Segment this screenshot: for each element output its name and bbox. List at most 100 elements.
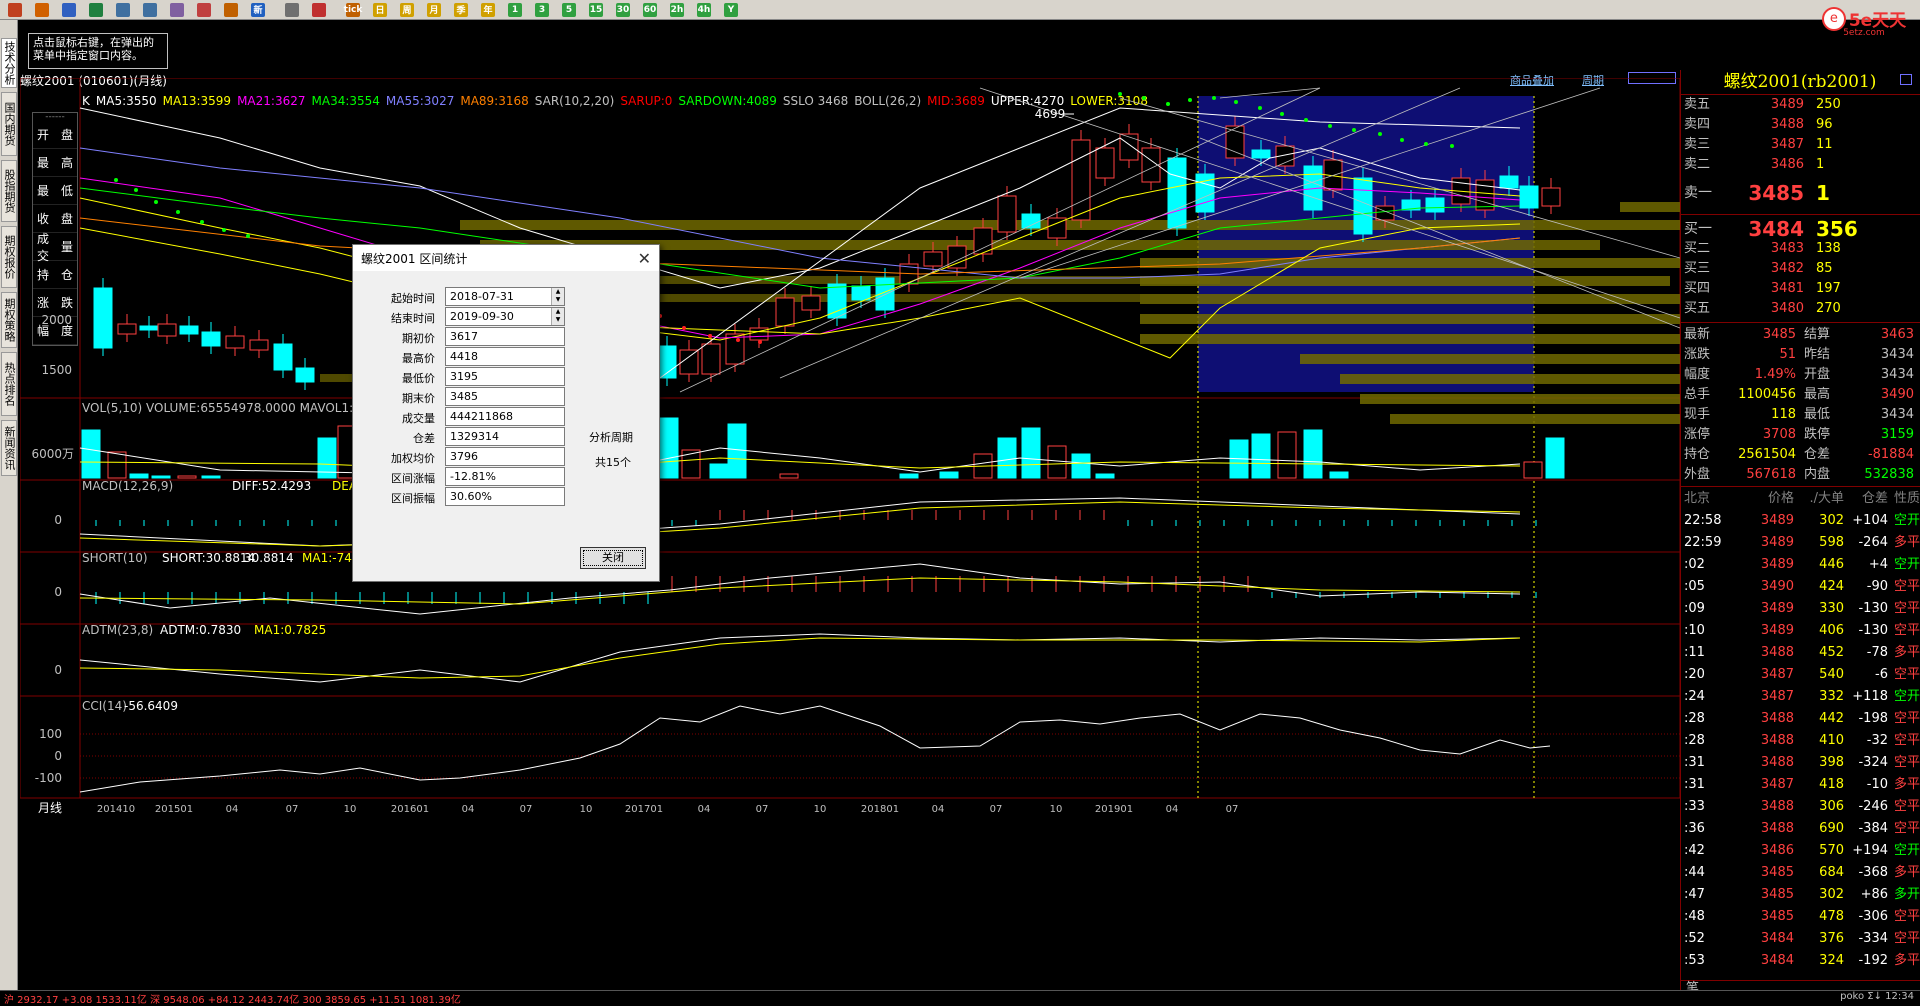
left-tab-3[interactable]: 期权报价 — [1, 226, 17, 288]
week-icon: 周 — [400, 2, 414, 17]
toolbar-15-button[interactable]: 15 — [583, 1, 609, 19]
volume-profile-bar — [1620, 202, 1680, 212]
toolbar-zoomin-button[interactable] — [110, 1, 136, 19]
quote-cell: 11 — [1816, 137, 1833, 152]
status-bar: 沪 2932.17 +3.08 1533.11亿 深 9548.06 +84.1… — [0, 990, 1920, 1006]
date-spinner[interactable]: ▲ ▼ — [551, 308, 564, 325]
quote-cell: 幅度 — [1684, 367, 1711, 382]
toolbar-back-button[interactable] — [2, 1, 28, 19]
quote-cell: -334 — [1858, 931, 1888, 946]
macd-title: MACD(12,26,9) — [82, 479, 173, 493]
quote-cell: 最低 — [1804, 407, 1831, 422]
toolbar-pen-button[interactable] — [191, 1, 217, 19]
quote-cell: :52 — [1684, 931, 1705, 946]
toolbar-2h-button[interactable]: 2h — [664, 1, 690, 19]
left-tab-6[interactable]: 新闻资讯 — [1, 420, 17, 476]
left-tab-2[interactable]: 股指期货 — [1, 160, 17, 222]
quote-cell: 买三 — [1684, 261, 1711, 276]
toolbar-1-button[interactable]: 1 — [502, 1, 528, 19]
quote-window-icon[interactable] — [1900, 74, 1912, 85]
toolbar-new-button[interactable]: 新 — [245, 1, 271, 19]
dialog-titlebar: 螺纹2001 区间统计 ✕ — [353, 245, 659, 271]
spin-up-icon[interactable]: ▲ — [552, 288, 564, 296]
quote-cell: 空平 — [1893, 909, 1920, 924]
date-picker-input[interactable] — [445, 307, 565, 326]
quote-cell: 570 — [1819, 843, 1844, 858]
toolbar-tick-button[interactable]: tick — [340, 1, 366, 19]
toolbar-window-button[interactable] — [164, 1, 190, 19]
dialog-field-row: 期末价 — [353, 387, 661, 407]
stat-value-field[interactable] — [445, 387, 565, 406]
date-picker-input[interactable] — [445, 287, 565, 306]
quote-cell: 356 — [1816, 217, 1858, 241]
left-tab-0[interactable]: 技术分析 — [1, 38, 17, 88]
3-icon: 3 — [535, 2, 549, 17]
stat-value-field[interactable] — [445, 327, 565, 346]
left-tab-1[interactable]: 国内期货 — [1, 92, 17, 156]
sar-dot — [1166, 102, 1170, 106]
toolbar-season-button[interactable]: 季 — [448, 1, 474, 19]
candle-body — [1167, 157, 1187, 229]
left-tab-5[interactable]: 热点排名 — [1, 352, 17, 416]
toolbar-60-button[interactable]: 60 — [637, 1, 663, 19]
new-icon: 新 — [251, 2, 265, 17]
quote-cell: 410 — [1819, 733, 1844, 748]
stat-value-field[interactable] — [445, 467, 565, 486]
quote-cell: 空平 — [1893, 755, 1920, 770]
dialog-field-label: 期末价 — [402, 392, 435, 405]
tick-row: :11 3488 452 -78 多平 — [1684, 644, 1920, 662]
close-icon[interactable]: ✕ — [638, 249, 651, 268]
toolbar-30-button[interactable]: 30 — [610, 1, 636, 19]
quote-cell: -368 — [1858, 865, 1888, 880]
stat-value-field[interactable] — [445, 447, 565, 466]
toolbar-book-button[interactable] — [56, 1, 82, 19]
day-icon: 日 — [373, 2, 387, 17]
toolbar-5-button[interactable]: 5 — [556, 1, 582, 19]
spin-up-icon[interactable]: ▲ — [552, 308, 564, 316]
quote-cell: 结算 — [1804, 327, 1831, 342]
quote-cell: 3485 — [1760, 887, 1794, 902]
quote-cell: 567618 — [1746, 467, 1796, 482]
toolbar-Y-button[interactable]: Y — [718, 1, 744, 19]
toolbar-zoomout-button[interactable] — [137, 1, 163, 19]
date-spinner[interactable]: ▲ ▼ — [551, 288, 564, 305]
quote-cell: :02 — [1684, 557, 1705, 572]
toolbar-day-button[interactable]: 日 — [367, 1, 393, 19]
quote-cell: 卖二 — [1684, 157, 1711, 172]
close-button[interactable]: 关闭 — [580, 547, 646, 569]
quote-cell: -90 — [1866, 579, 1888, 594]
toolbar-3-button[interactable]: 3 — [529, 1, 555, 19]
quote-cell: 空开 — [1893, 513, 1920, 528]
dialog-field-row: 最高价 — [353, 347, 661, 367]
tick-row: :05 3490 424 -90 空平 — [1684, 578, 1920, 596]
toolbar-line-button[interactable] — [306, 1, 332, 19]
bid-row: 买一 3484 356 — [1684, 216, 1916, 242]
kline-chart[interactable]: 2000 1500 4699 VOL(5,10) VOLUME:65554978.00… — [20, 78, 1680, 990]
dialog-field-label: 期初价 — [402, 332, 435, 345]
toolbar-4h-button[interactable]: 4h — [691, 1, 717, 19]
toolbar-calendar-button[interactable] — [279, 1, 305, 19]
toolbar-filter-button[interactable] — [218, 1, 244, 19]
stat-value-field[interactable] — [445, 367, 565, 386]
stat-row: 总手 1100456 最高 3490 — [1684, 386, 1916, 404]
stat-value-field[interactable] — [445, 407, 565, 426]
left-tab-4[interactable]: 期权策略 — [1, 292, 17, 348]
quote-cell: 324 — [1819, 953, 1844, 968]
toolbar-year-button[interactable]: 年 — [475, 1, 501, 19]
toolbar-home-button[interactable] — [29, 1, 55, 19]
tick-row: :52 3484 376 -334 空平 — [1684, 930, 1920, 948]
quote-cell: -130 — [1858, 623, 1888, 638]
toolbar-refresh-button[interactable] — [83, 1, 109, 19]
candle-body — [179, 325, 199, 335]
quote-cell: 性质 — [1893, 491, 1920, 506]
toolbar-month-button[interactable]: 月 — [421, 1, 447, 19]
toolbar-week-button[interactable]: 周 — [394, 1, 420, 19]
stat-value-field[interactable] — [445, 427, 565, 446]
dialog-field-label: 最高价 — [402, 352, 435, 365]
home-icon — [35, 2, 49, 17]
quote-cell: :36 — [1684, 821, 1705, 836]
stat-value-field[interactable] — [445, 487, 565, 506]
stat-value-field[interactable] — [445, 347, 565, 366]
spin-down-icon[interactable]: ▼ — [552, 316, 564, 324]
spin-down-icon[interactable]: ▼ — [552, 296, 564, 304]
